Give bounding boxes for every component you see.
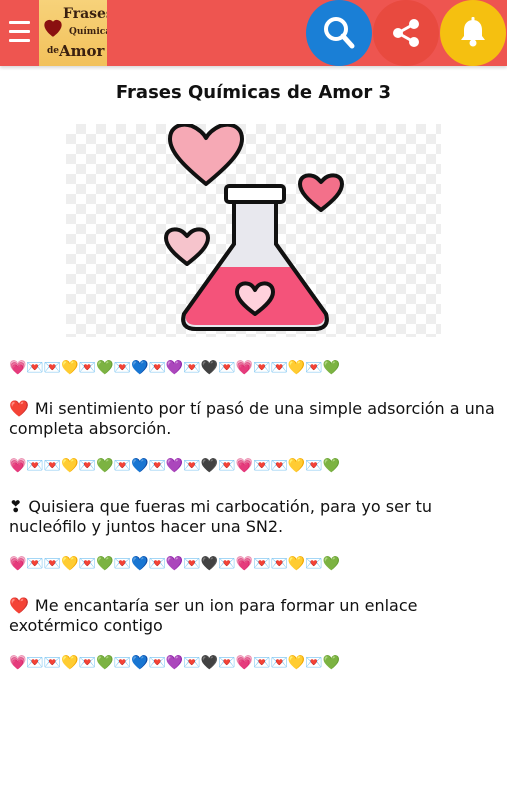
phrase-item: ❣ Quisiera que fueras mi carbocatión, par…: [9, 497, 499, 537]
emoji-divider: 💗💌💌💛💌💚💌💙💌💜💌🖤💌💗💌💌💛💌💚: [9, 360, 341, 376]
emoji-divider: 💗💌💌💛💌💚💌💙💌💜💌🖤💌💗💌💌💛💌💚: [9, 458, 341, 474]
bell-icon: [461, 17, 485, 47]
logo-word-4: Amor: [59, 42, 105, 60]
flask-hearts-illustration: [164, 122, 344, 331]
heart-icon: ❤️: [9, 399, 29, 418]
app-bar: Frases Químicas de Amor: [0, 0, 507, 66]
share-icon: [393, 19, 419, 47]
heart-exclamation-icon: ❣: [9, 497, 23, 516]
emoji-divider: 💗💌💌💛💌💚💌💙💌💜💌🖤💌💗💌💌💛💌💚: [9, 655, 341, 671]
share-button[interactable]: [373, 0, 439, 66]
heart-icon: ❤️: [9, 596, 29, 615]
chemistry-love-flask-image: [66, 122, 441, 337]
phrase-text: Quisiera que fueras mi carbocatión, para…: [9, 497, 433, 536]
page-title: Frases Químicas de Amor 3: [115, 82, 392, 103]
phrase-item: ❤️ Me encantaría ser un ion para formar u…: [9, 596, 499, 636]
emoji-divider: 💗💌💌💛💌💚💌💙💌💜💌🖤💌💗💌💌💛💌💚: [9, 556, 341, 572]
logo-word-1: Frases: [63, 6, 107, 22]
logo-word-2: Químicas: [69, 27, 107, 37]
app-logo: Frases Químicas de Amor: [39, 0, 107, 66]
logo-word-3: de: [47, 46, 60, 56]
search-icon: [324, 17, 355, 49]
phrase-item: ❤️ Mi sentimiento por tí pasó de una simp…: [9, 399, 499, 439]
notifications-button[interactable]: [440, 0, 506, 66]
phrase-text: Me encantaría ser un ion para formar un …: [9, 596, 418, 635]
phrase-text: Mi sentimiento por tí pasó de una simple…: [9, 399, 495, 438]
menu-icon[interactable]: [9, 21, 30, 45]
search-button[interactable]: [306, 0, 372, 66]
